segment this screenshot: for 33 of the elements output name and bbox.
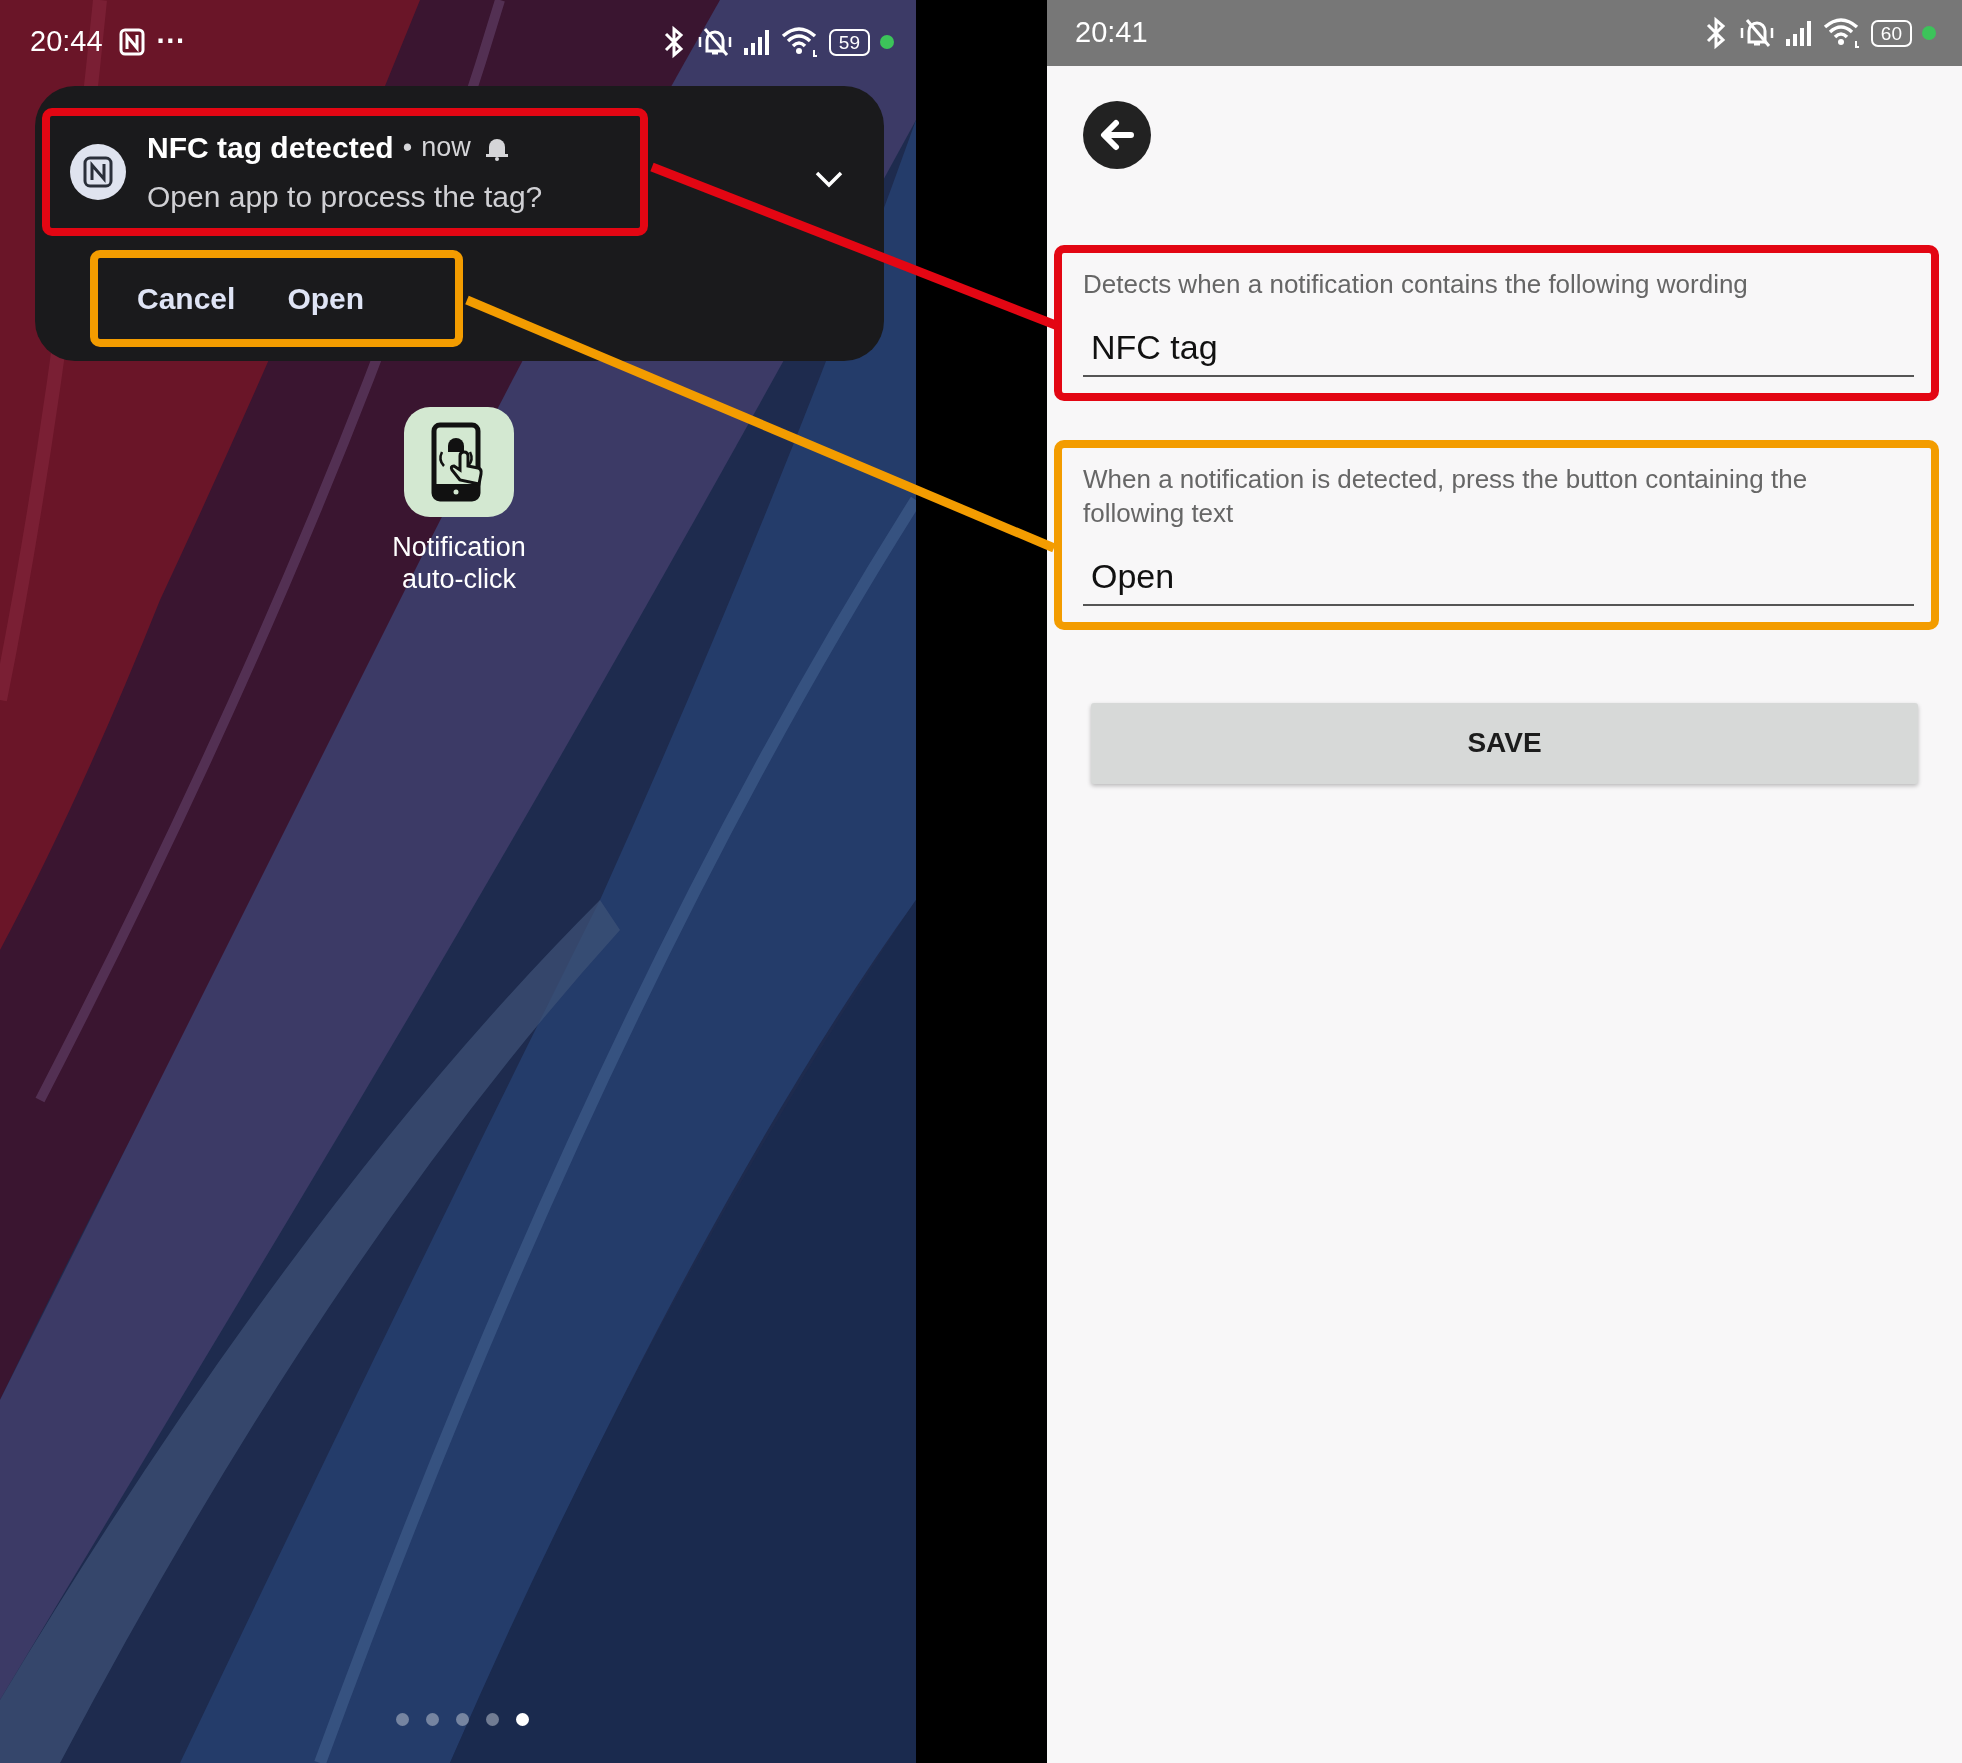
notification-action[interactable]: Open <box>287 276 365 321</box>
notification-title: NFC tag detected <box>147 130 394 166</box>
app-label: Notification auto-click <box>391 531 527 596</box>
save-button[interactable]: SAVE <box>1091 702 1918 784</box>
battery-indicator: 59 <box>828 28 870 56</box>
signal-icon <box>742 28 771 56</box>
page-dot[interactable] <box>395 1713 409 1726</box>
status-time: 20:41 <box>1075 15 1148 51</box>
more-indicator: ··· <box>156 24 186 60</box>
page-dot[interactable] <box>425 1713 439 1726</box>
nfc-icon <box>70 144 126 200</box>
muted-bell-icon <box>1738 16 1775 50</box>
back-arrow-icon[interactable] <box>1099 119 1135 151</box>
privacy-dot-icon <box>1922 26 1936 40</box>
status-time: 20:44 <box>30 24 103 60</box>
app-icon[interactable] <box>404 407 514 517</box>
page-dot[interactable] <box>485 1713 499 1726</box>
text-field[interactable]: Open <box>1083 550 1914 606</box>
muted-bell-icon <box>696 25 733 59</box>
field-label: Detects when a notification contains the following wording <box>1083 268 1749 301</box>
nfc-icon <box>118 28 145 56</box>
page-dot[interactable] <box>455 1713 469 1726</box>
notification-body: Open app to process the tag? <box>147 179 543 215</box>
battery-indicator: 60 <box>1870 19 1912 47</box>
wifi-icon <box>780 26 819 58</box>
signal-icon <box>1784 19 1813 47</box>
chevron-down-icon[interactable] <box>814 170 844 190</box>
notification-time: now <box>421 131 471 165</box>
text-field[interactable]: NFC tag <box>1083 321 1914 377</box>
wifi-icon <box>1822 17 1861 49</box>
separator-dot: • <box>402 131 413 165</box>
notification-action[interactable]: Cancel <box>137 276 236 321</box>
field-label: When a notification is detected, press the button containing the following text <box>1083 462 1809 531</box>
